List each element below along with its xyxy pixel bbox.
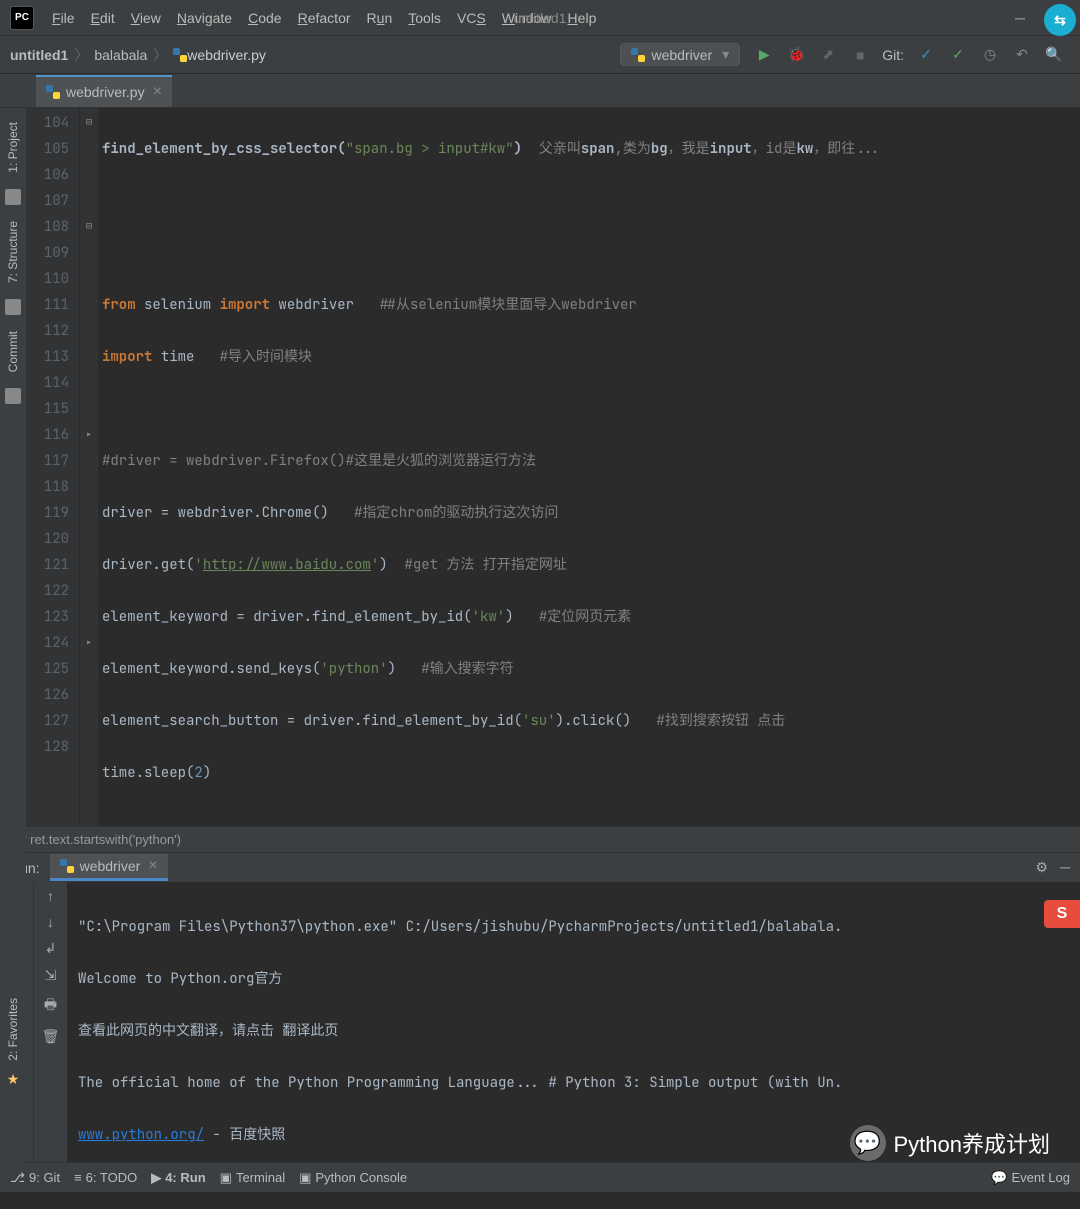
fold-mark[interactable]: ▸ bbox=[80, 630, 98, 656]
coverage-button[interactable]: ⬈ bbox=[814, 41, 842, 69]
status-terminal[interactable]: ▣Terminal bbox=[220, 1170, 285, 1186]
stop-button[interactable]: ■ bbox=[846, 41, 874, 69]
fold-mark[interactable]: ▸ bbox=[80, 422, 98, 448]
main-area: 1: Project 7: Structure Commit 104105106… bbox=[0, 108, 1080, 826]
title-bar: PC File Edit View Navigate Code Refactor… bbox=[0, 0, 1080, 36]
code-breadcrumb-text: if ret.text.startswith('python') bbox=[20, 832, 181, 847]
app-icon: PC bbox=[10, 6, 34, 30]
print-icon[interactable]: 🖶 bbox=[44, 994, 57, 1018]
watermark: 💬 Python养成计划 bbox=[850, 1125, 1051, 1161]
wrap-icon[interactable]: ↲ bbox=[45, 940, 57, 957]
breadcrumb-file[interactable]: webdriver.py bbox=[187, 47, 266, 63]
play-icon: ▶ bbox=[151, 1170, 161, 1186]
run-config-label: webdriver bbox=[651, 47, 712, 63]
editor-tab[interactable]: webdriver.py × bbox=[36, 75, 172, 107]
terminal-icon: ▣ bbox=[220, 1170, 232, 1186]
down-arrow-icon[interactable]: ↓ bbox=[47, 914, 54, 930]
python-icon bbox=[60, 859, 74, 873]
commit-icon[interactable] bbox=[5, 388, 21, 404]
menu-run[interactable]: Run bbox=[359, 0, 401, 36]
run-panel-header: Run: webdriver × ⚙ ─ bbox=[0, 852, 1080, 882]
code-breadcrumb: if ret.text.startswith('python') bbox=[0, 826, 1080, 852]
search-button[interactable]: 🔍 bbox=[1040, 41, 1068, 69]
window-title: untitled1 bbox=[514, 10, 567, 26]
left-tool-strip-bottom: 2: Favorites ★ bbox=[0, 790, 26, 1170]
gear-icon[interactable]: ⚙ bbox=[1036, 859, 1049, 876]
console-link[interactable]: www.python.org/ bbox=[78, 1126, 204, 1144]
status-event-log[interactable]: 💬Event Log bbox=[991, 1170, 1070, 1186]
branch-icon: ⎇ bbox=[10, 1170, 25, 1186]
status-run[interactable]: ▶4: Run bbox=[151, 1170, 205, 1186]
run-panel-tab[interactable]: webdriver × bbox=[50, 854, 168, 881]
git-update-button[interactable]: ✓ bbox=[912, 41, 940, 69]
sogou-ime-icon[interactable]: S bbox=[1044, 900, 1080, 928]
run-tab-label: webdriver bbox=[80, 858, 141, 874]
scroll-icon[interactable]: ⇲ bbox=[45, 967, 57, 984]
tool-structure[interactable]: 7: Structure bbox=[6, 217, 20, 287]
python-icon bbox=[173, 48, 187, 62]
run-panel-body: ▶ ■ ⊞ 📌 ↑ ↓ ↲ ⇲ 🖶 🗑 "C:\Program Files\Py… bbox=[0, 882, 1080, 1162]
watermark-text: Python养成计划 bbox=[894, 1127, 1051, 1159]
menu-tools[interactable]: Tools bbox=[400, 0, 449, 36]
run-tool-window: Run: webdriver × ⚙ ─ ▶ ■ ⊞ 📌 ↑ ↓ ↲ ⇲ 🖶 🗑… bbox=[0, 852, 1080, 1162]
status-todo[interactable]: ≡6: TODO bbox=[74, 1170, 137, 1185]
fold-mark[interactable]: ⊟ bbox=[80, 110, 98, 136]
tool-commit[interactable]: Commit bbox=[6, 327, 20, 376]
close-icon[interactable]: × bbox=[153, 83, 162, 101]
menu-view[interactable]: View bbox=[123, 0, 169, 36]
status-git[interactable]: ⎇9: Git bbox=[10, 1170, 60, 1186]
menu-vcs[interactable]: VCS bbox=[449, 0, 494, 36]
git-history-button[interactable]: ◷ bbox=[976, 41, 1004, 69]
bubble-icon: 💬 bbox=[991, 1170, 1007, 1186]
up-arrow-icon[interactable]: ↑ bbox=[47, 888, 54, 904]
breadcrumb-sep: 〉 bbox=[153, 45, 167, 65]
git-label: Git: bbox=[882, 47, 904, 63]
menu-edit[interactable]: Edit bbox=[83, 0, 123, 36]
breadcrumb-sep: 〉 bbox=[74, 45, 88, 65]
breadcrumb-folder[interactable]: balabala bbox=[94, 47, 147, 63]
menu-refactor[interactable]: Refactor bbox=[290, 0, 359, 36]
structure-icon[interactable] bbox=[5, 299, 21, 315]
debug-button[interactable]: 🐞 bbox=[782, 41, 810, 69]
minimize-panel-icon[interactable]: ─ bbox=[1060, 859, 1070, 876]
git-rollback-button[interactable]: ↶ bbox=[1008, 41, 1036, 69]
menu-code[interactable]: Code bbox=[240, 0, 289, 36]
menu-navigate[interactable]: Navigate bbox=[169, 0, 240, 36]
status-python-console[interactable]: ▣Python Console bbox=[299, 1170, 407, 1186]
fold-mark[interactable]: ⊟ bbox=[80, 214, 98, 240]
python-icon bbox=[46, 85, 60, 99]
editor-tabs: webdriver.py × bbox=[0, 74, 1080, 108]
menu-file[interactable]: File bbox=[44, 0, 83, 36]
close-icon[interactable]: × bbox=[148, 857, 157, 875]
trash-icon[interactable]: 🗑 bbox=[42, 1028, 60, 1045]
console-output[interactable]: "C:\Program Files\Python37\python.exe" C… bbox=[68, 882, 1080, 1162]
tool-favorites[interactable]: 2: Favorites bbox=[6, 994, 20, 1065]
tab-label: webdriver.py bbox=[66, 84, 145, 100]
python-icon bbox=[631, 48, 645, 62]
list-icon: ≡ bbox=[74, 1170, 82, 1185]
code-with-me-icon[interactable]: ⇆ bbox=[1044, 4, 1076, 36]
wechat-icon: 💬 bbox=[850, 1125, 886, 1161]
folder-icon[interactable] bbox=[5, 189, 21, 205]
line-numbers: 1041051061071081091101111121131141151161… bbox=[26, 108, 80, 826]
code-editor[interactable]: find_element_by_css_selector("span.bg > … bbox=[98, 108, 1080, 826]
git-commit-button[interactable]: ✓ bbox=[944, 41, 972, 69]
chevron-down-icon: ▾ bbox=[722, 46, 729, 63]
run-config-selector[interactable]: webdriver ▾ bbox=[620, 43, 740, 66]
python-console-icon: ▣ bbox=[299, 1170, 311, 1186]
breadcrumb-project[interactable]: untitled1 bbox=[10, 47, 68, 63]
star-icon[interactable]: ★ bbox=[7, 1071, 20, 1088]
left-tool-strip: 1: Project 7: Structure Commit bbox=[0, 108, 26, 826]
run-output-toolbar: ↑ ↓ ↲ ⇲ 🖶 🗑 bbox=[34, 882, 68, 1162]
fold-column: ⊟ ⊟ ▸ ▸ bbox=[80, 108, 98, 826]
status-bar: ⎇9: Git ≡6: TODO ▶4: Run ▣Terminal ▣Pyth… bbox=[0, 1162, 1080, 1192]
tool-project[interactable]: 1: Project bbox=[6, 118, 20, 177]
run-button[interactable]: ▶ bbox=[750, 41, 778, 69]
navigation-bar: untitled1 〉 balabala 〉 webdriver.py webd… bbox=[0, 36, 1080, 74]
minimize-button[interactable]: ─ bbox=[1000, 0, 1040, 36]
